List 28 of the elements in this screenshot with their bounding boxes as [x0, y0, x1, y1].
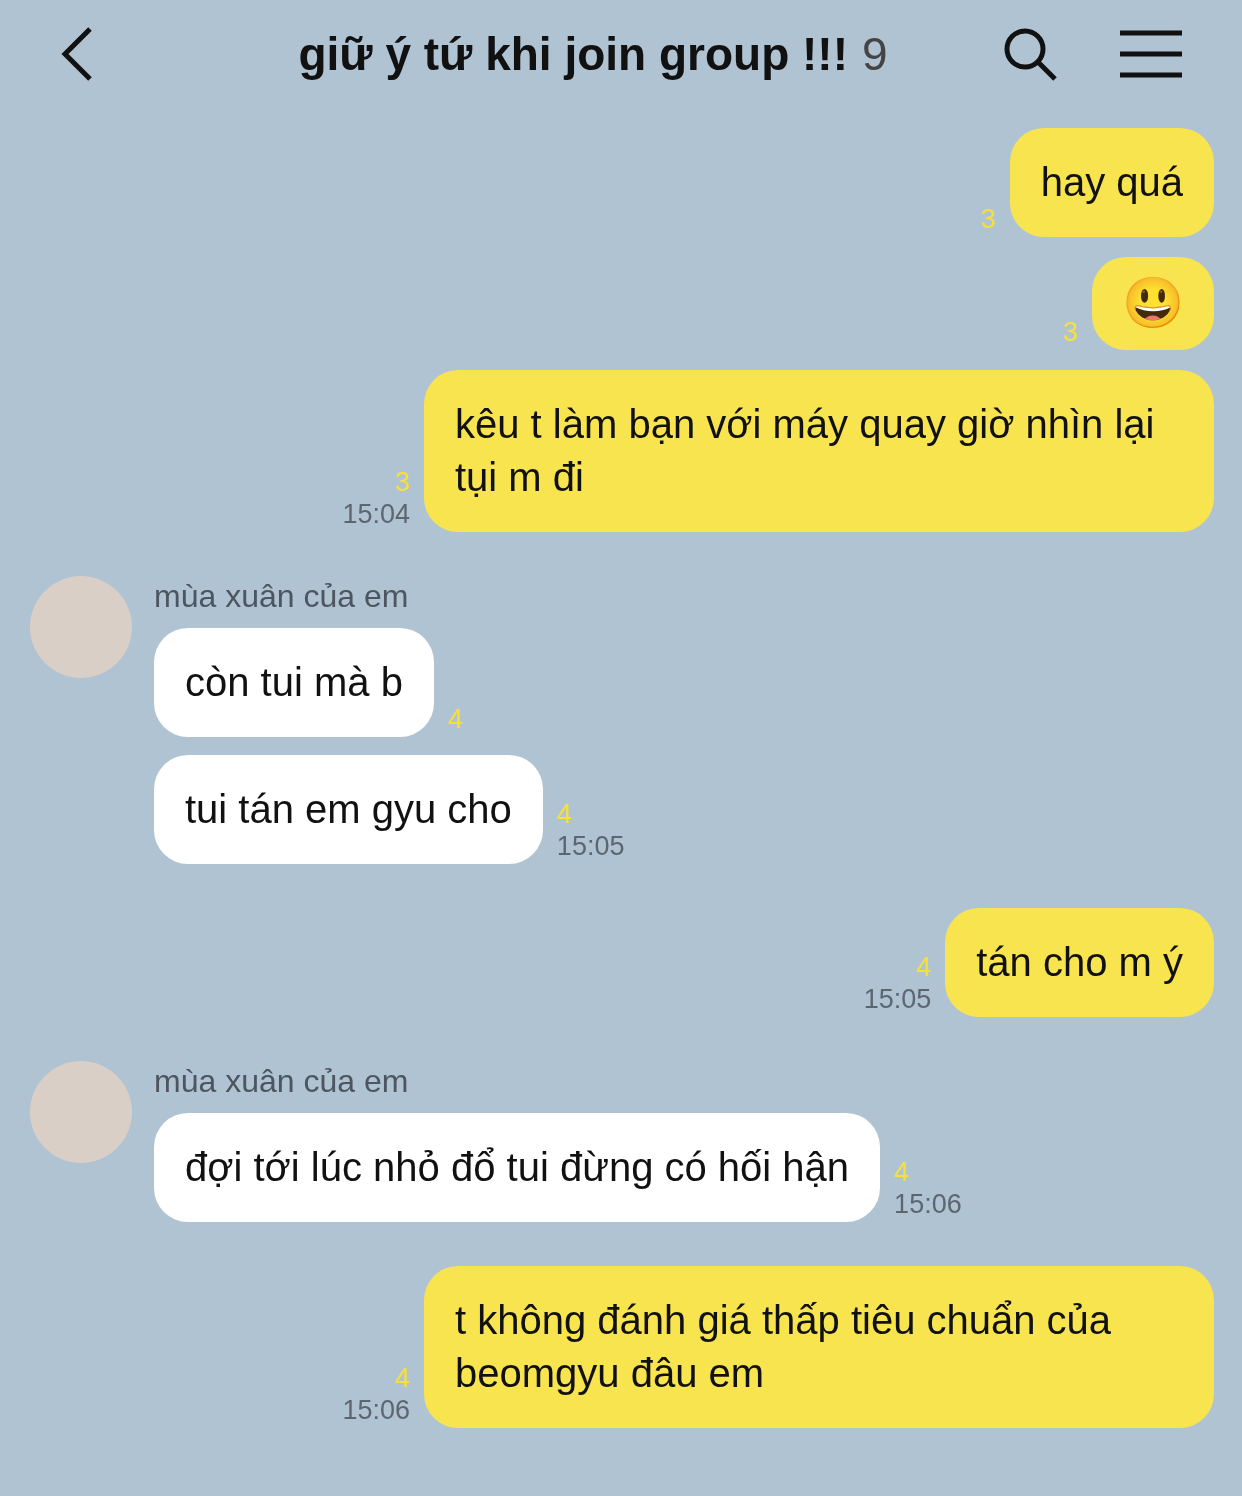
member-count: 9 [862, 28, 888, 80]
message-time: 15:05 [863, 983, 932, 1015]
emoji-message-bubble: 😃 [1092, 257, 1214, 350]
message-time: 15:06 [342, 1394, 410, 1426]
unread-count: 4 [894, 1156, 910, 1188]
unread-count: 4 [556, 798, 572, 830]
unread-count: 4 [916, 951, 932, 983]
sender-name: mùa xuân của em [154, 577, 410, 616]
unread-count: 4 [394, 1362, 410, 1394]
back-icon[interactable] [60, 26, 94, 82]
message-bubble: t không đánh giá thấp tiêu chuẩn của beomgyu đâu em [424, 1266, 1214, 1428]
unread-count: 3 [394, 466, 410, 498]
message-time: 15:05 [556, 830, 625, 862]
sender-name: mùa xuân của em [154, 1062, 410, 1101]
unread-count: 4 [447, 703, 463, 735]
message-bubble: kêu t làm bạn với máy quay giờ nhìn lại tụi m đi [424, 370, 1214, 532]
message-bubble: tán cho m ý [945, 908, 1214, 1017]
message-time: 15:04 [342, 498, 410, 530]
chat-title: giữ ý tứ khi join group !!! [298, 28, 848, 80]
message-time: 15:06 [894, 1188, 962, 1220]
message-bubble: tui tán em gyu cho [154, 755, 543, 864]
search-icon[interactable] [1002, 26, 1058, 82]
message-bubble: hay quá [1009, 128, 1214, 237]
unread-count: 3 [980, 203, 996, 235]
menu-icon[interactable] [1120, 30, 1182, 78]
message-bubble: đợi tới lúc nhỏ đổ tui đừng có hối hận [154, 1113, 881, 1222]
message-bubble: còn tui mà b [154, 628, 434, 737]
unread-count: 3 [1062, 316, 1078, 348]
